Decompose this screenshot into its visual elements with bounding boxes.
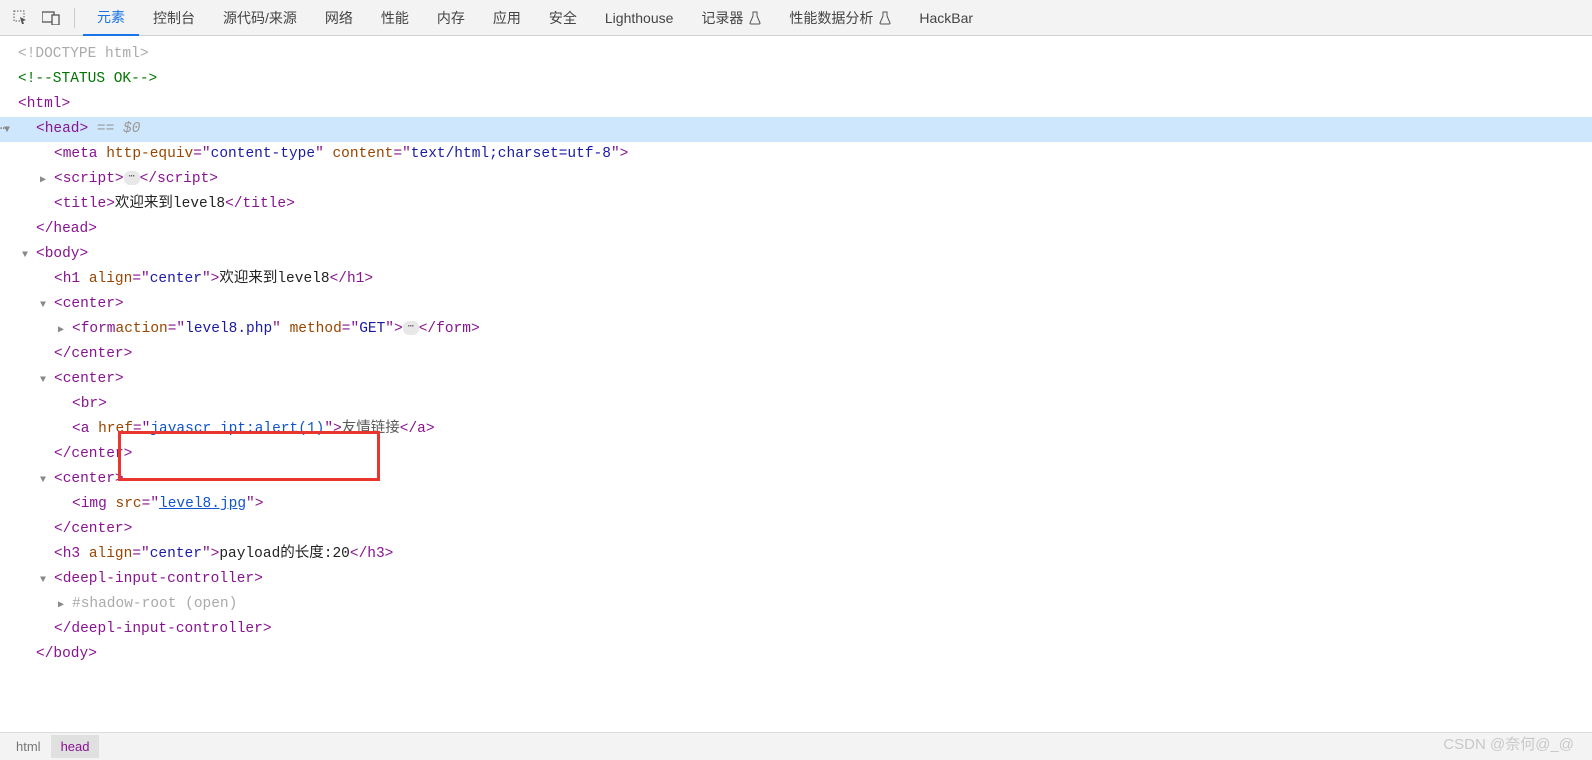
center3-open[interactable]: <center> [18, 467, 1592, 492]
expand-toggle[interactable] [40, 467, 52, 493]
elements-dom-tree[interactable]: <!DOCTYPE html> <!--STATUS OK--> <html> … [0, 36, 1592, 667]
breadcrumb-html[interactable]: html [6, 735, 51, 758]
tab-label: 网络 [325, 8, 353, 28]
head-close[interactable]: </head> [18, 217, 1592, 242]
html-open[interactable]: <html> [18, 92, 1592, 117]
shadow-root[interactable]: #shadow-root (open) [18, 592, 1592, 617]
tab-application[interactable]: 应用 [479, 0, 535, 36]
tab-label: 源代码/来源 [223, 8, 297, 28]
form-node[interactable]: <form action="level8.php" method="GET">⋯… [18, 317, 1592, 342]
tab-elements[interactable]: 元素 [83, 0, 139, 36]
deepl-open[interactable]: <deepl-input-controller> [18, 567, 1592, 592]
tab-label: 应用 [493, 8, 521, 28]
center3-close[interactable]: </center> [18, 517, 1592, 542]
meta-node[interactable]: <meta http-equiv="content-type" content=… [18, 142, 1592, 167]
flask-icon [749, 11, 761, 25]
ellipsis-badge[interactable]: ⋯ [124, 171, 140, 185]
img-node[interactable]: <img src="level8.jpg"> [18, 492, 1592, 517]
body-open[interactable]: <body> [18, 242, 1592, 267]
tab-hackbar[interactable]: HackBar [905, 0, 987, 36]
expand-toggle[interactable] [40, 292, 52, 318]
br-node[interactable]: <br> [18, 392, 1592, 417]
tab-label: Lighthouse [605, 10, 674, 26]
ellipsis-badge[interactable]: ⋯ [403, 321, 419, 335]
watermark-text: CSDN @奈何@_@ [1443, 733, 1574, 754]
tab-label: 控制台 [153, 8, 195, 28]
title-node[interactable]: <title>欢迎来到level8</title> [18, 192, 1592, 217]
tab-memory[interactable]: 内存 [423, 0, 479, 36]
tab-label: 性能 [381, 8, 409, 28]
tab-security[interactable]: 安全 [535, 0, 591, 36]
tab-sources[interactable]: 源代码/来源 [209, 0, 311, 36]
center2-close[interactable]: </center> [18, 442, 1592, 467]
expand-toggle[interactable] [40, 367, 52, 393]
device-toggle-icon[interactable] [40, 7, 62, 29]
tab-console[interactable]: 控制台 [139, 0, 209, 36]
center1-open[interactable]: <center> [18, 292, 1592, 317]
expand-toggle[interactable] [40, 567, 52, 593]
h1-node[interactable]: <h1 align="center">欢迎来到level8</h1> [18, 267, 1592, 292]
center1-close[interactable]: </center> [18, 342, 1592, 367]
doctype-node[interactable]: <!DOCTYPE html> [18, 42, 1592, 67]
tab-label: 性能数据分析 [789, 8, 873, 28]
breadcrumb-head[interactable]: head [51, 735, 100, 758]
comment-node[interactable]: <!--STATUS OK--> [18, 67, 1592, 92]
tab-label: 元素 [97, 7, 125, 27]
flask-icon [879, 11, 891, 25]
deepl-close[interactable]: </deepl-input-controller> [18, 617, 1592, 642]
inspect-icon[interactable] [10, 7, 32, 29]
script-node[interactable]: <script>⋯</script> [18, 167, 1592, 192]
tab-label: 安全 [549, 8, 577, 28]
body-close[interactable]: </body> [18, 642, 1592, 667]
expand-toggle[interactable] [22, 242, 34, 268]
tab-performance[interactable]: 性能 [367, 0, 423, 36]
anchor-node[interactable]: <a href="javascr_ipt:alert(1)">友情链接</a> [18, 417, 1592, 442]
expand-toggle[interactable] [4, 117, 16, 143]
breadcrumb-bar: html head [0, 732, 1592, 760]
devtools-toolbar: 元素 控制台 源代码/来源 网络 性能 内存 应用 安全 Lighthouse … [0, 0, 1592, 36]
expand-toggle[interactable] [58, 317, 70, 343]
tab-label: 内存 [437, 8, 465, 28]
toolbar-separator [74, 8, 75, 28]
h3-node[interactable]: <h3 align="center">payload的长度:20</h3> [18, 542, 1592, 567]
tab-recorder[interactable]: 记录器 [687, 0, 775, 36]
tab-perf-insights[interactable]: 性能数据分析 [775, 0, 905, 36]
tab-lighthouse[interactable]: Lighthouse [591, 0, 688, 36]
center2-open[interactable]: <center> [18, 367, 1592, 392]
tab-label: HackBar [919, 10, 973, 26]
expand-toggle[interactable] [40, 167, 52, 193]
expand-toggle[interactable] [58, 592, 70, 618]
tab-label: 记录器 [701, 8, 743, 28]
tab-network[interactable]: 网络 [311, 0, 367, 36]
head-open-selected[interactable]: ⋯ <head> == $0 [0, 117, 1592, 142]
